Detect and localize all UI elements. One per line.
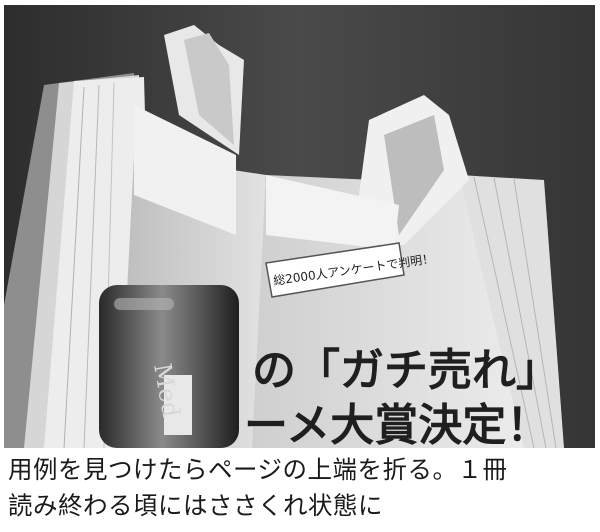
- magazine-headline-1: の「ガチ売れ」: [252, 345, 560, 396]
- photo-caption: 用例を見つけたらページの上端を折る。１冊 読み終わる頃にはささくれ状態に: [8, 452, 593, 524]
- magazine-headline-2: ーメ大賞決定！: [244, 400, 550, 448]
- caption-line-2: 読み終わる頃にはささくれ状態に: [8, 491, 383, 520]
- book-photo: Med 総2000人アンケートで判明！ の「ガチ売れ」 ーメ大賞決定！: [4, 5, 595, 448]
- caption-line-1: 用例を見つけたらページの上端を折る。１冊: [8, 455, 508, 484]
- bottle-image: Med: [99, 285, 239, 448]
